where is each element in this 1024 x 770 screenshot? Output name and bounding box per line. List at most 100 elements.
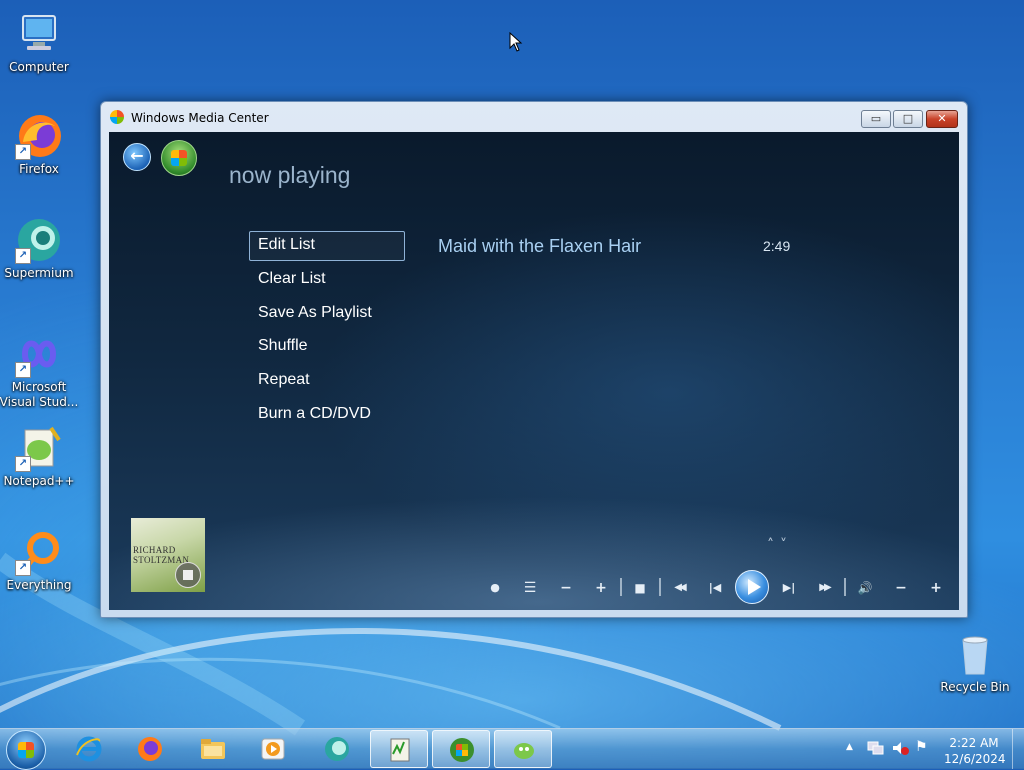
channel-down-button[interactable]: − [554,576,578,600]
taskbar-task-app[interactable] [370,730,428,768]
rewind-button[interactable]: ◀◀ [667,576,691,600]
channel-up-button[interactable]: + [589,576,613,600]
taskbar: ▲ ⚑ 2:22 AM 12/6/2024 [0,728,1024,770]
desktop-icon-computer[interactable]: Computer [1,10,77,75]
media-center-content: ← now playing Edit List Clear List Save … [109,132,959,610]
desktop-icon-label: Everything [6,578,72,592]
taskbar-internet-explorer[interactable] [60,730,118,768]
task-manager-icon [390,738,410,762]
minimize-icon: ▭ [870,112,882,125]
taskbar-firefox[interactable] [121,730,179,768]
taskbar-supermium[interactable] [308,730,366,768]
desktop-icon-label: Computer [9,60,69,74]
notepadpp-icon: ↗ [15,424,63,472]
desktop-icon-label: Notepad++ [3,474,75,488]
scroll-arrows: ˄ ˅ [767,537,787,553]
shortcut-arrow-icon: ↗ [15,456,31,472]
maximize-button[interactable]: □ [893,110,923,128]
network-icon[interactable] [866,740,884,756]
mute-button[interactable]: 🔊 [853,576,877,600]
back-button[interactable]: ← [123,143,151,171]
computer-icon [15,10,63,58]
transport-divider [844,578,846,596]
track-duration: 2:49 [763,238,791,254]
desktop-icon-label: Microsoft Visual Stud... [0,380,79,409]
mouse-cursor-icon [509,32,523,52]
taskbar-notepadpp[interactable] [494,730,552,768]
desktop-icon-label: Supermium [4,266,74,280]
title-bar[interactable]: Windows Media Center ▭ □ ✕ [101,102,967,132]
firefox-icon [138,737,162,761]
menu-item-shuffle[interactable]: Shuffle [249,332,405,362]
volume-up-button[interactable]: + [924,576,948,600]
menu-item-repeat[interactable]: Repeat [249,366,405,396]
internet-explorer-icon [76,736,102,762]
transport-divider [620,578,622,596]
windows-logo-icon [18,742,34,758]
taskbar-media-center[interactable] [432,730,490,768]
tray-show-hidden-icon[interactable]: ▲ [846,742,853,752]
scroll-down-icon[interactable]: ˅ [780,537,787,553]
start-button[interactable] [6,730,46,770]
windows-logo-icon [171,150,187,166]
desktop-icon-supermium[interactable]: ↗ Supermium [1,216,77,281]
desktop-icon-notepadpp[interactable]: ↗ Notepad++ [1,424,77,489]
play-button[interactable] [735,570,769,604]
everything-icon: ↗ [15,528,63,576]
clock-time: 2:22 AM [949,736,999,750]
desktop-icon-visual-studio[interactable]: ↗ Microsoft Visual Stud... [0,330,79,410]
back-arrow-icon: ← [130,146,144,165]
volume-down-button[interactable]: − [889,576,913,600]
desktop-icon-firefox[interactable]: ↗ Firefox [1,112,77,177]
close-button[interactable]: ✕ [926,110,958,128]
record-button[interactable]: ● [483,576,507,600]
show-desktop-button[interactable] [1012,729,1024,769]
menu-item-edit-list[interactable]: Edit List [249,231,405,261]
maximize-icon: □ [902,112,914,125]
media-center-window: Windows Media Center ▭ □ ✕ ← now playing… [100,101,968,618]
action-center-flag-icon[interactable]: ⚑ [915,739,928,755]
close-icon: ✕ [937,112,947,125]
shortcut-arrow-icon: ↗ [15,248,31,264]
album-art-text: RICHARD STOLTZMAN [133,545,190,565]
transport-controls: ● ☰ − + ■ ◀◀ |◀ ▶| ▶▶ 🔊 − + [109,570,959,604]
track-title[interactable]: Maid with the Flaxen Hair [438,236,641,257]
shortcut-arrow-icon: ↗ [15,560,31,576]
media-center-icon [110,110,124,124]
page-title: now playing [229,162,351,188]
window-title: Windows Media Center [131,111,269,125]
desktop-icon-everything[interactable]: ↗ Everything [1,528,77,593]
desktop-icon-recycle-bin[interactable]: Recycle Bin [937,630,1013,695]
supermium-icon [325,737,349,761]
now-playing-menu: Edit List Clear List Save As Playlist Sh… [249,231,405,434]
clock-date: 12/6/2024 [944,752,1006,766]
supermium-icon: ↗ [15,216,63,264]
shortcut-arrow-icon: ↗ [15,362,31,378]
fast-forward-button[interactable]: ▶▶ [812,576,836,600]
menu-item-burn-cd-dvd[interactable]: Burn a CD/DVD [249,400,405,430]
next-button[interactable]: ▶| [777,576,801,600]
minimize-button[interactable]: ▭ [861,110,891,128]
media-center-start-button[interactable] [161,140,197,176]
firefox-icon: ↗ [15,112,63,160]
media-player-icon [261,738,285,760]
scroll-up-icon[interactable]: ˄ [767,537,774,553]
menu-item-clear-list[interactable]: Clear List [249,265,405,295]
taskbar-media-player[interactable] [244,730,302,768]
volume-muted-icon[interactable] [891,740,909,756]
system-clock[interactable]: 2:22 AM 12/6/2024 [944,735,1006,767]
notepadpp-icon [514,743,534,759]
play-icon [748,579,761,595]
desktop-icon-label: Recycle Bin [940,680,1010,694]
taskbar-file-explorer[interactable] [184,730,242,768]
shortcut-arrow-icon: ↗ [15,144,31,160]
media-center-icon [450,738,474,762]
stop-button[interactable]: ■ [628,576,652,600]
folder-icon [201,739,225,759]
previous-button[interactable]: |◀ [703,576,727,600]
recycle-bin-icon [951,630,999,678]
transport-divider [659,578,661,596]
playlist-button[interactable]: ☰ [518,576,542,600]
visual-studio-icon: ↗ [15,330,63,378]
menu-item-save-as-playlist[interactable]: Save As Playlist [249,299,405,329]
